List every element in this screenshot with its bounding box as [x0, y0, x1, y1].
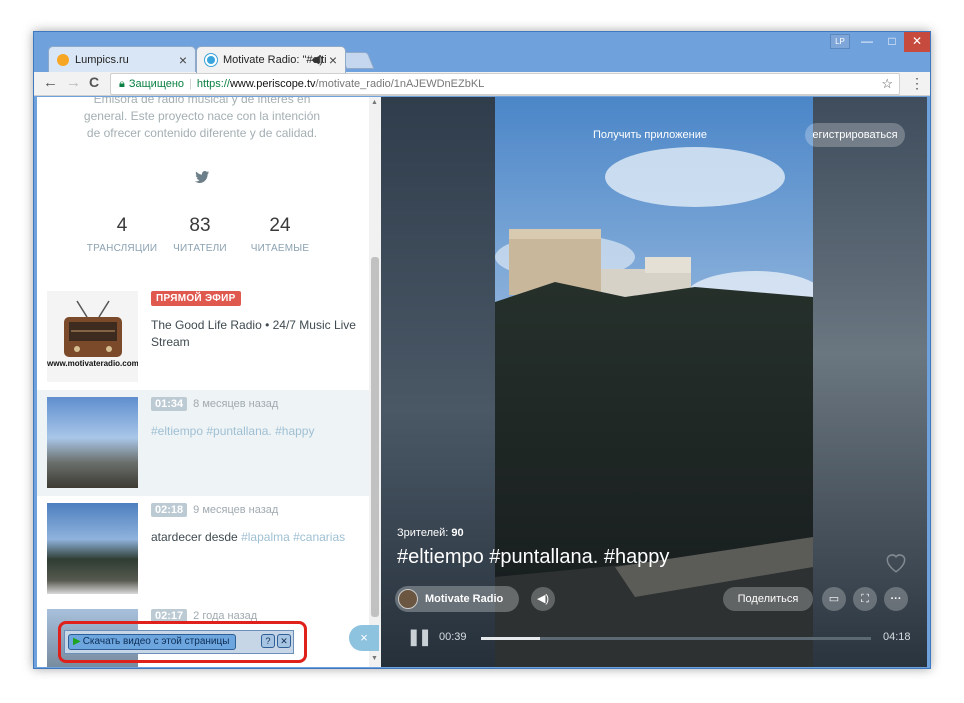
duration-badge: 01:34: [151, 397, 188, 411]
maximize-button[interactable]: □: [880, 32, 904, 52]
avatar: [398, 589, 418, 609]
address-divider: |: [189, 78, 192, 90]
sidebar-scrollbar[interactable]: ▲ ▼: [369, 97, 381, 667]
viewers-count: Зрителей: 90: [397, 527, 464, 539]
live-badge: ПРЯМОЙ ЭФИР: [151, 291, 241, 306]
broadcast-thumbnail: [47, 503, 138, 594]
broadcast-title: atardecer desde #lapalma #canarias: [151, 529, 361, 546]
twitter-icon[interactable]: [195, 171, 209, 186]
hashtags[interactable]: #lapalma #canarias: [241, 530, 345, 544]
viewers-label: Зрителей:: [397, 527, 449, 539]
share-button[interactable]: Поделиться: [723, 587, 813, 611]
user-profile-button[interactable]: Motivate Radio: [395, 586, 519, 612]
broadcast-title: #eltiempo #puntallana. #happy: [151, 423, 361, 440]
scroll-down-icon[interactable]: ▼: [371, 655, 378, 662]
more-options-icon[interactable]: ···: [884, 587, 908, 611]
url-scheme: https://: [196, 78, 230, 90]
progress-bar[interactable]: [481, 637, 871, 640]
user-name: Motivate Radio: [425, 593, 504, 605]
get-app-link[interactable]: Получить приложение: [575, 123, 725, 147]
close-window-button[interactable]: ✕: [904, 32, 930, 52]
tab-motivate-radio[interactable]: Motivate Radio: "#elti ◀) ×: [196, 46, 346, 73]
play-arrow-icon: ▶: [73, 636, 81, 647]
profile-button[interactable]: LP: [830, 34, 850, 49]
profile-sidebar: Emisora de radio musical y de interes en…: [37, 97, 381, 667]
minimize-button[interactable]: —: [854, 32, 880, 52]
stat-label: ЧИТАЕМЫЕ: [250, 243, 310, 254]
broadcast-title: The Good Life Radio • 24/7 Music Live St…: [151, 318, 356, 349]
lock-icon: 🔒︎: [119, 78, 125, 90]
broadcast-meta: 02:18 9 месяцев назад: [151, 503, 279, 517]
total-time: 04:18: [883, 631, 911, 643]
title-text: atardecer desde: [151, 530, 238, 544]
forward-button[interactable]: →: [66, 74, 81, 91]
address-bar[interactable]: 🔒︎ Защищено | https://www.periscope.tv/moti…: [110, 73, 900, 95]
lumpics-favicon-icon: [57, 54, 69, 66]
tab-close-icon[interactable]: ×: [179, 52, 187, 68]
broadcast-item[interactable]: 02:18 9 месяцев назад atardecer desde #la…: [37, 496, 369, 602]
security-label: Защищено: [128, 78, 185, 90]
browser-toolbar: ← → C 🔒︎ Защищено | https://www.periscope.t…: [34, 72, 930, 96]
bookmark-star-icon[interactable]: ☆: [881, 74, 893, 94]
download-label: Скачать видео с этой страницы: [82, 636, 230, 647]
broadcast-age: 8 месяцев назад: [193, 398, 279, 410]
tab-title: Lumpics.ru: [75, 54, 129, 66]
tab-lumpics[interactable]: Lumpics.ru ×: [48, 46, 196, 73]
heart-icon[interactable]: [883, 549, 909, 575]
reload-button[interactable]: C: [89, 74, 99, 90]
viewers-number: 90: [451, 527, 464, 539]
profile-bio: Emisora de radio musical y de interes en…: [83, 97, 321, 140]
volume-icon[interactable]: ◀): [531, 587, 555, 611]
help-button[interactable]: ?: [261, 634, 275, 648]
fullscreen-icon[interactable]: ⛶: [853, 587, 877, 611]
broadcast-thumbnail: www.motivateradio.com: [47, 291, 138, 382]
back-button[interactable]: ←: [43, 74, 58, 91]
download-helper-bar: ▶ Скачать видео с этой страницы ? ✕: [64, 630, 294, 654]
stat-value: 24: [269, 215, 291, 236]
browser-window: Lumpics.ru × Motivate Radio: "#elti ◀) ×…: [33, 31, 931, 669]
browser-menu-icon[interactable]: ⋮: [910, 75, 924, 92]
periscope-favicon-icon: [205, 54, 217, 66]
tab-close-icon[interactable]: ×: [329, 52, 337, 68]
register-button[interactable]: егистрироваться: [805, 123, 905, 147]
stream-title: #eltiempo #puntallana. #happy: [397, 546, 670, 568]
video-player[interactable]: Получить приложение егистрироваться Зрит…: [381, 97, 927, 667]
close-helper-button[interactable]: ✕: [277, 634, 291, 648]
broadcast-meta: 01:34 8 месяцев назад: [151, 397, 279, 411]
blurred-backdrop-right: [813, 97, 927, 667]
duration-badge: 02:18: [151, 503, 188, 517]
theater-mode-icon[interactable]: ▭: [822, 587, 846, 611]
blurred-backdrop-left: [381, 97, 495, 667]
scroll-up-icon[interactable]: ▲: [371, 99, 378, 106]
video-frame[interactable]: [495, 97, 813, 667]
broadcast-age: 9 месяцев назад: [193, 504, 279, 516]
broadcast-thumbnail: [47, 397, 138, 488]
thumbnail-caption: www.motivateradio.com: [47, 359, 138, 368]
audio-playing-icon[interactable]: ◀): [311, 53, 323, 66]
broadcast-item[interactable]: www.motivateradio.com ПРЯМОЙ ЭФИР The Go…: [37, 284, 369, 390]
progress-fill: [481, 637, 540, 640]
url-host: www.periscope.tv: [229, 78, 316, 90]
scrollbar-thumb[interactable]: [371, 257, 379, 617]
broadcast-meta: ПРЯМОЙ ЭФИР: [151, 291, 241, 306]
stat-following[interactable]: 24 ЧИТАЕМЫЕ: [225, 215, 335, 254]
elapsed-time: 00:39: [439, 631, 467, 643]
hashtags[interactable]: #eltiempo #puntallana. #happy: [151, 424, 314, 438]
url-path: /motivate_radio/1nAJEWDnEZbKL: [315, 78, 485, 90]
download-video-button[interactable]: ▶ Скачать видео с этой страницы: [68, 634, 237, 650]
page-content: Emisora de radio musical y de interes en…: [37, 97, 927, 667]
panel-close-button[interactable]: ×: [349, 625, 379, 651]
tab-strip: Lumpics.ru × Motivate Radio: "#elti ◀) ×…: [34, 32, 930, 73]
pause-icon[interactable]: ❚❚: [407, 627, 432, 647]
broadcast-item[interactable]: 01:34 8 месяцев назад #eltiempo #puntalla…: [37, 390, 369, 496]
